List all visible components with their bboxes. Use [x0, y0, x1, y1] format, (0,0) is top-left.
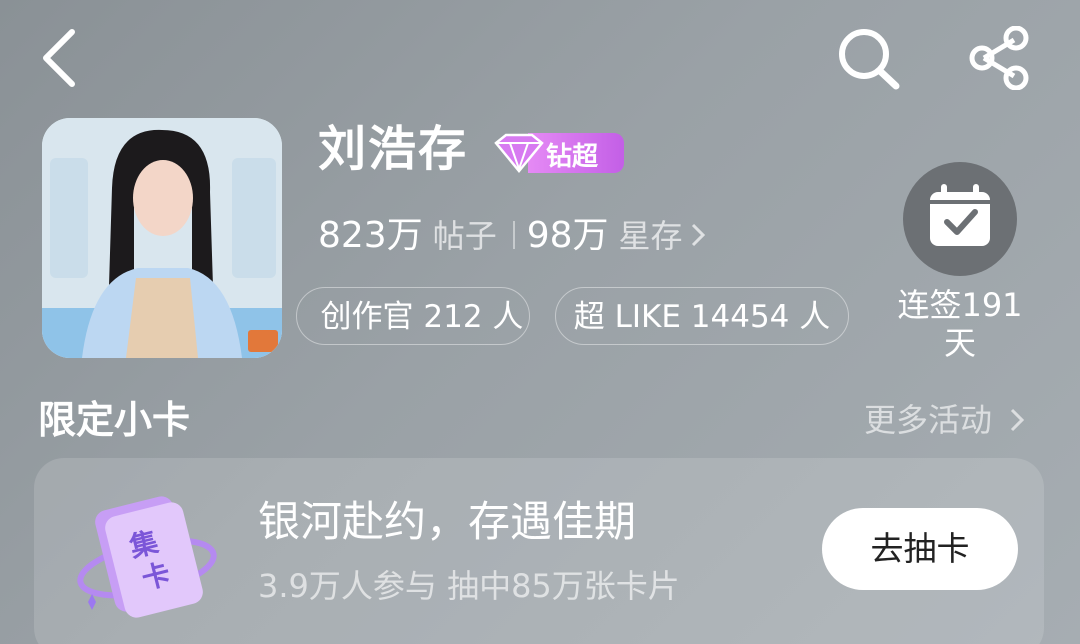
posts-label: 帖子 — [432, 217, 497, 255]
checkin-label: 连签191天 — [897, 286, 1023, 362]
back-button[interactable] — [34, 26, 90, 90]
avatar-image — [42, 118, 282, 358]
card-title: 银河赴约，存遇佳期 — [258, 497, 637, 546]
share-icon — [969, 25, 1029, 91]
badge-label: 钻超 — [546, 142, 599, 172]
avatar[interactable] — [42, 118, 282, 358]
fans-count: 98万 — [526, 215, 609, 256]
diamond-icon — [494, 133, 544, 173]
fans-label: 星存 — [618, 217, 683, 255]
search-button[interactable] — [834, 26, 904, 90]
chevron-right-icon — [1011, 408, 1025, 432]
collect-card-icon: 集 卡 — [72, 484, 222, 624]
super-like-pill[interactable]: 超 LIKE 14454 人 — [555, 287, 849, 345]
more-activities-label: 更多活动 — [864, 401, 993, 439]
share-button[interactable] — [964, 25, 1036, 91]
checkin-button[interactable] — [903, 162, 1017, 276]
section-title: 限定小卡 — [38, 398, 191, 442]
diamond-super-badge[interactable]: 钻超 — [492, 133, 624, 173]
creator-pill[interactable]: 创作官 212 人 — [296, 287, 530, 345]
calendar-check-icon — [930, 184, 990, 246]
card-subtitle: 3.9万人参与 抽中85万张卡片 — [258, 567, 680, 605]
stats-row[interactable]: 823万 帖子 98万 星存 — [318, 206, 707, 262]
community-title: 刘浩存 — [318, 121, 469, 177]
stats-divider — [512, 221, 515, 249]
draw-card-button[interactable]: 去抽卡 — [822, 508, 1018, 590]
chevron-right-icon — [691, 223, 705, 247]
chevron-left-icon — [43, 29, 75, 87]
search-icon — [839, 29, 900, 90]
more-activities-link[interactable]: 更多活动 — [864, 396, 1026, 444]
posts-count: 823万 — [318, 215, 423, 256]
